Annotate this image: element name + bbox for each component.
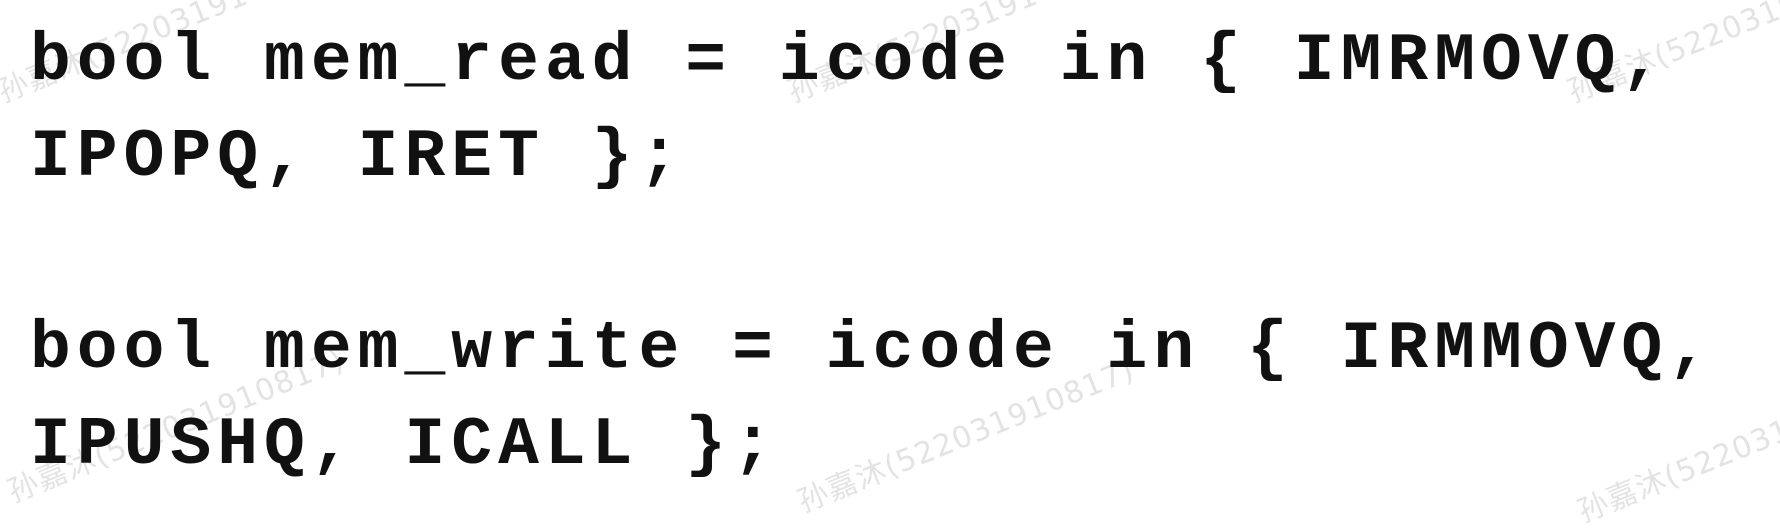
code-line-mem-write-cont: IPUSHQ, ICALL }; — [30, 407, 779, 484]
code-line-mem-read: bool mem_read = icode in { IMRMOVQ, — [30, 23, 1669, 100]
code-line-mem-read-cont: IPOPQ, IRET }; — [30, 119, 686, 196]
code-line-mem-write: bool mem_write = icode in { IRMMOVQ, — [30, 311, 1716, 388]
code-block: bool mem_read = icode in { IMRMOVQ, IPOPQ… — [30, 14, 1715, 494]
